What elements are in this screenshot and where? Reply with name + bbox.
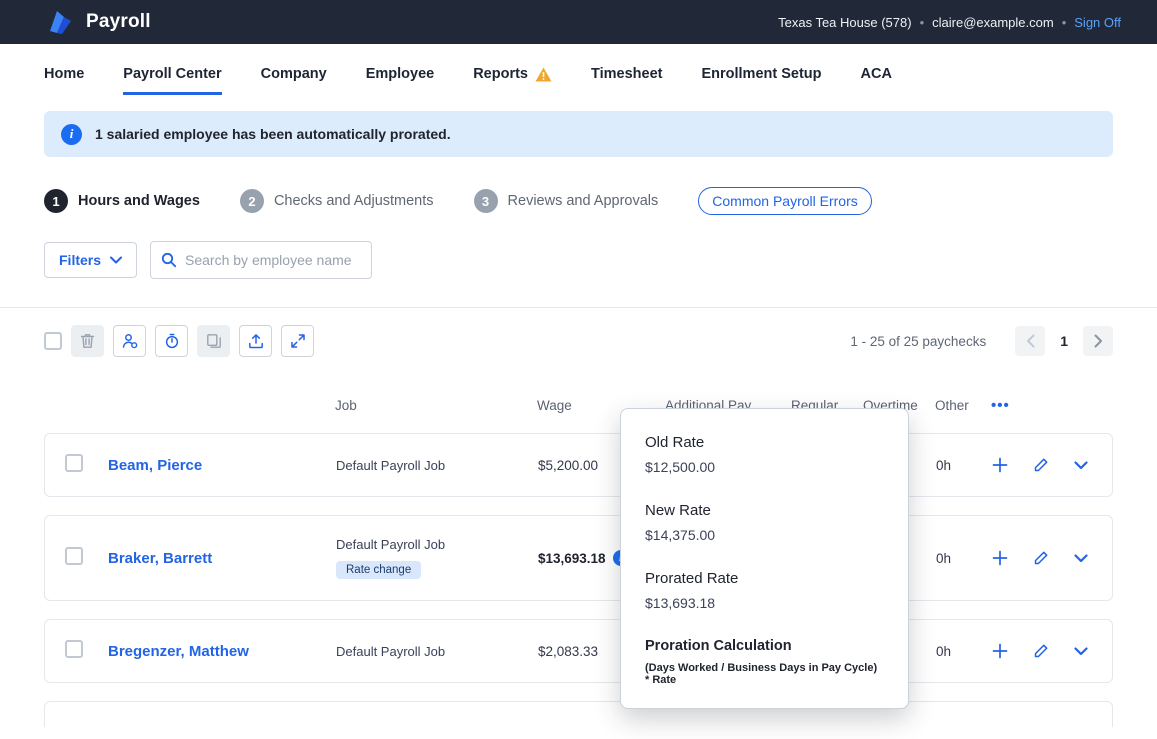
chevron-down-icon bbox=[110, 256, 122, 264]
proration-info-banner: i 1 salaried employee has been automatic… bbox=[44, 111, 1113, 157]
employee-name-link[interactable]: Bregenzer, Matthew bbox=[108, 643, 336, 660]
header-job: Job bbox=[335, 398, 537, 413]
topbar: Payroll Texas Tea House (578) • claire@e… bbox=[0, 0, 1157, 44]
other-hours: 0h bbox=[936, 644, 992, 659]
user-email: claire@example.com bbox=[932, 15, 1054, 30]
job-label: Default Payroll Job bbox=[336, 537, 445, 552]
pagination-range: 1 - 25 of 25 paychecks bbox=[850, 334, 986, 349]
more-columns-button[interactable]: ••• bbox=[991, 397, 1093, 414]
rate-change-popover: Old Rate $12,500.00 New Rate $14,375.00 … bbox=[620, 408, 909, 709]
popover-formula: (Days Worked / Business Days in Pay Cycl… bbox=[645, 662, 884, 686]
app-title: Payroll bbox=[86, 11, 151, 33]
job-label: Default Payroll Job bbox=[336, 644, 445, 659]
info-icon: i bbox=[61, 124, 82, 145]
section-divider bbox=[0, 307, 1157, 308]
other-hours: 0h bbox=[936, 458, 992, 473]
step-number: 2 bbox=[240, 189, 264, 213]
other-hours: 0h bbox=[936, 551, 992, 566]
employee-name-link[interactable]: Beam, Pierce bbox=[108, 457, 336, 474]
common-payroll-errors-button[interactable]: Common Payroll Errors bbox=[698, 187, 871, 215]
row-checkbox[interactable] bbox=[65, 640, 83, 658]
row-checkbox[interactable] bbox=[65, 454, 83, 472]
expand-row-button[interactable] bbox=[1074, 461, 1088, 470]
step-number: 1 bbox=[44, 189, 68, 213]
rate-change-badge: Rate change bbox=[336, 561, 421, 579]
employee-search[interactable] bbox=[150, 241, 372, 279]
filters-row: Filters bbox=[44, 241, 1113, 279]
tab-aca[interactable]: ACA bbox=[861, 66, 892, 92]
tab-enrollment-setup[interactable]: Enrollment Setup bbox=[701, 66, 821, 92]
next-page-button[interactable] bbox=[1083, 326, 1113, 356]
popover-field-value: $12,500.00 bbox=[645, 459, 884, 475]
timer-button[interactable] bbox=[155, 325, 188, 357]
edit-button[interactable] bbox=[1033, 457, 1049, 473]
popover-field-label: New Rate bbox=[645, 502, 884, 519]
wage-value: $13,693.18 bbox=[538, 551, 606, 566]
step-checks-and-adjustments[interactable]: 2 Checks and Adjustments bbox=[240, 189, 434, 213]
step-label: Hours and Wages bbox=[78, 193, 200, 209]
table-row: Beam, Pierce Default Payroll Job $5,200.… bbox=[44, 433, 1113, 497]
payroll-stepper: 1 Hours and Wages 2 Checks and Adjustmen… bbox=[44, 187, 1113, 215]
separator-dot: • bbox=[920, 15, 925, 30]
expand-row-button[interactable] bbox=[1074, 554, 1088, 563]
edit-button[interactable] bbox=[1033, 550, 1049, 566]
upload-button[interactable] bbox=[239, 325, 272, 357]
tab-employee[interactable]: Employee bbox=[366, 66, 435, 92]
edit-button[interactable] bbox=[1033, 643, 1049, 659]
header-other: Other bbox=[935, 398, 991, 413]
step-label: Checks and Adjustments bbox=[274, 193, 434, 209]
delete-button bbox=[71, 325, 104, 357]
tab-home[interactable]: Home bbox=[44, 66, 84, 92]
tab-company[interactable]: Company bbox=[261, 66, 327, 92]
table-toolbar: 1 - 25 of 25 paychecks 1 bbox=[44, 325, 1113, 357]
banner-message: 1 salaried employee has been automatical… bbox=[95, 126, 451, 142]
table-row bbox=[44, 701, 1113, 727]
expand-button[interactable] bbox=[281, 325, 314, 357]
search-input[interactable] bbox=[185, 252, 361, 268]
copy-button bbox=[197, 325, 230, 357]
popover-field-value: $14,375.00 bbox=[645, 527, 884, 543]
main-nav: Home Payroll Center Company Employee Rep… bbox=[0, 44, 1157, 95]
separator-dot: • bbox=[1062, 15, 1067, 30]
expand-row-button[interactable] bbox=[1074, 647, 1088, 656]
select-all-checkbox[interactable] bbox=[44, 332, 62, 350]
company-name: Texas Tea House (578) bbox=[778, 15, 911, 30]
current-page: 1 bbox=[1060, 333, 1068, 349]
job-label: Default Payroll Job bbox=[336, 458, 445, 473]
popover-field-label: Proration Calculation bbox=[645, 638, 884, 654]
tab-reports[interactable]: Reports bbox=[473, 66, 552, 92]
step-label: Reviews and Approvals bbox=[508, 193, 659, 209]
step-reviews-and-approvals[interactable]: 3 Reviews and Approvals bbox=[474, 189, 659, 213]
prev-page-button bbox=[1015, 326, 1045, 356]
warning-icon bbox=[535, 67, 552, 82]
popover-field-value: $13,693.18 bbox=[645, 595, 884, 611]
paycheck-list: Beam, Pierce Default Payroll Job $5,200.… bbox=[44, 433, 1113, 727]
add-pay-button[interactable] bbox=[992, 550, 1008, 566]
payroll-logo-icon bbox=[46, 8, 74, 36]
tab-timesheet[interactable]: Timesheet bbox=[591, 66, 662, 92]
employee-settings-button[interactable] bbox=[113, 325, 146, 357]
table-header-row: Job Wage Additional Pay Regular Overtime… bbox=[44, 397, 1113, 414]
filters-button[interactable]: Filters bbox=[44, 242, 137, 278]
add-pay-button[interactable] bbox=[992, 457, 1008, 473]
row-checkbox[interactable] bbox=[65, 547, 83, 565]
search-icon bbox=[161, 252, 177, 268]
sign-off-link[interactable]: Sign Off bbox=[1074, 15, 1121, 30]
table-row: Bregenzer, Matthew Default Payroll Job $… bbox=[44, 619, 1113, 683]
table-row: Braker, Barrett Default Payroll Job Rate… bbox=[44, 515, 1113, 601]
employee-name-link[interactable]: Braker, Barrett bbox=[108, 550, 336, 567]
add-pay-button[interactable] bbox=[992, 643, 1008, 659]
popover-field-label: Old Rate bbox=[645, 434, 884, 451]
step-number: 3 bbox=[474, 189, 498, 213]
step-hours-and-wages[interactable]: 1 Hours and Wages bbox=[44, 189, 200, 213]
tab-payroll-center[interactable]: Payroll Center bbox=[123, 66, 221, 95]
popover-field-label: Prorated Rate bbox=[645, 570, 884, 587]
